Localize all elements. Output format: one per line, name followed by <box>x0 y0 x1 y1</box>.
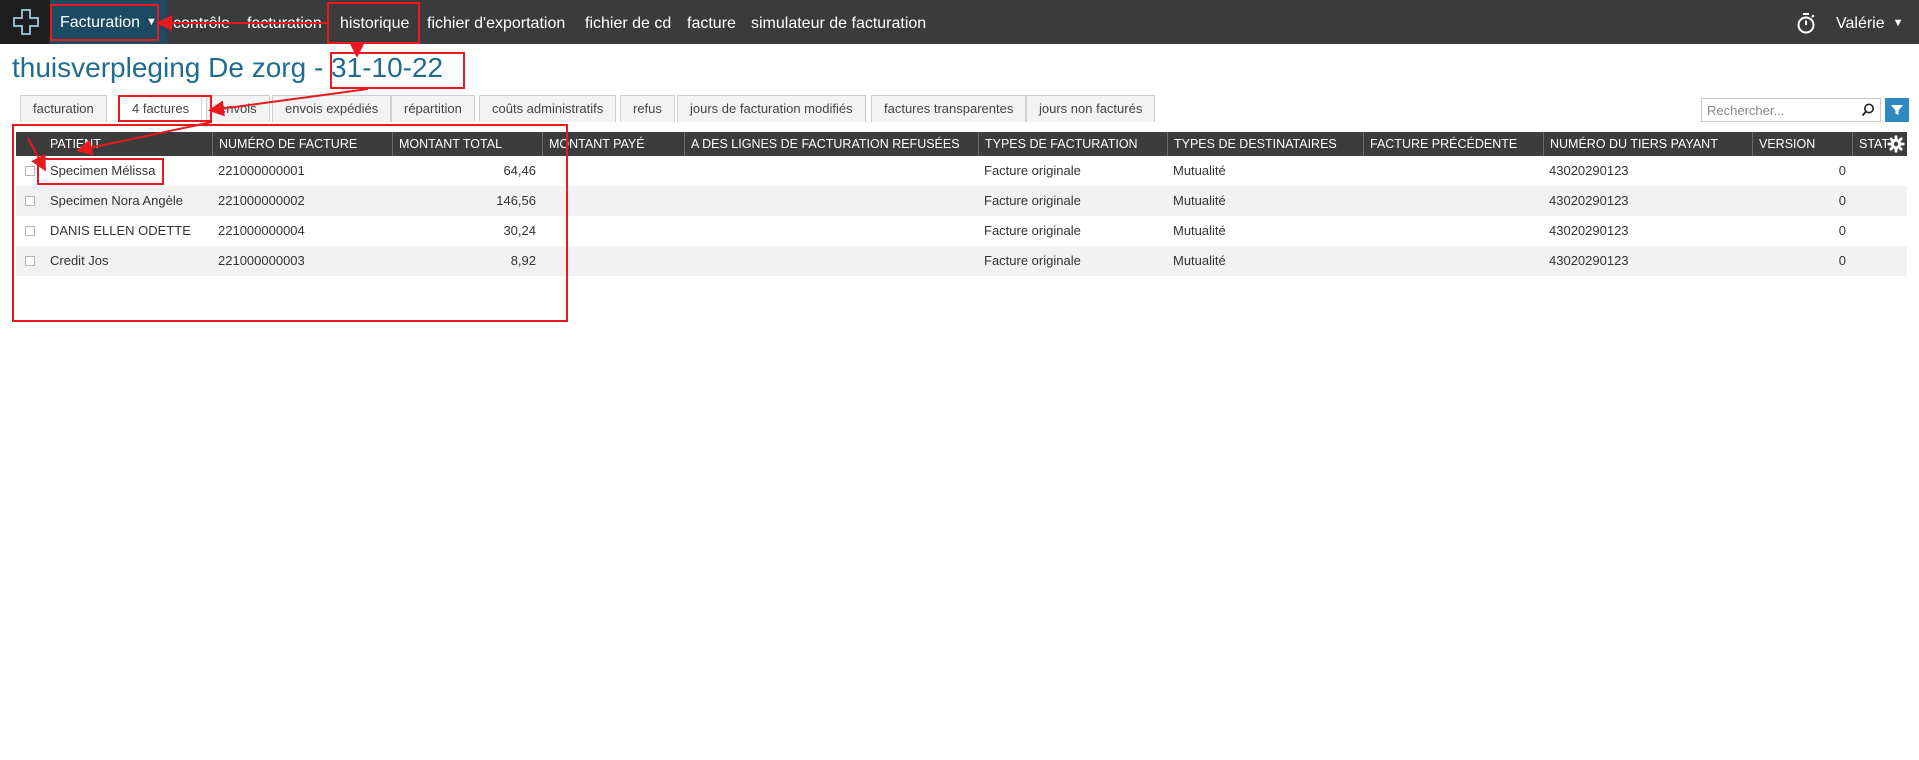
cell-facture-precedente <box>1363 246 1369 276</box>
cell-lignes-refusees <box>684 186 690 216</box>
filter-icon <box>1891 105 1903 115</box>
cell-lignes-refusees <box>684 156 690 186</box>
stopwatch-icon[interactable] <box>1794 11 1818 35</box>
user-menu[interactable]: Valérie ▼ <box>1836 0 1904 44</box>
nav-fichier-cd[interactable]: fichier de cd <box>585 0 671 44</box>
tab-refus[interactable]: refus <box>620 95 675 122</box>
cell-version: 0 <box>1838 193 1846 208</box>
page-title-prefix: thuisverpleging De zorg - <box>12 52 332 83</box>
cell-lignes-refusees <box>684 246 690 276</box>
user-name: Valérie <box>1836 15 1885 32</box>
table-row[interactable]: DANIS ELLEN ODETTE 221000000004 30,24 Fa… <box>16 216 1907 246</box>
table-row[interactable]: Credit Jos 221000000003 8,92 Facture ori… <box>16 246 1907 276</box>
nav-controle[interactable]: contrôle <box>173 0 230 44</box>
tab-couts-administratifs[interactable]: coûts administratifs <box>479 95 617 122</box>
cell-version: 0 <box>1838 253 1846 268</box>
cell-patient[interactable]: Specimen Mélissa <box>44 156 156 186</box>
module-label: Facturation <box>60 14 141 31</box>
row-checkbox[interactable] <box>25 196 35 206</box>
cell-montant-total: 8,92 <box>510 253 536 268</box>
cell-numero-facture: 221000000002 <box>218 193 305 208</box>
tab-jours-non-factures[interactable]: jours non facturés <box>1026 95 1156 122</box>
table-row[interactable]: Specimen Nora Angèle 221000000002 146,56… <box>16 186 1907 216</box>
cell-numero-facture: 221000000001 <box>218 163 305 178</box>
cell-type-facturation: Facture originale <box>984 253 1081 268</box>
cell-version: 0 <box>1838 223 1846 238</box>
column-header-types-facturation[interactable]: TYPES DE FACTURATION <box>978 132 1167 156</box>
cell-facture-precedente <box>1363 186 1369 216</box>
cell-type-destinataire: Mutualité <box>1173 193 1226 208</box>
tab-jours-facturation-modifies[interactable]: jours de facturation modifiés <box>677 95 866 122</box>
gear-icon[interactable] <box>1887 135 1905 153</box>
column-header-numero-facture[interactable]: NUMÉRO DE FACTURE <box>212 132 392 156</box>
column-header-patient[interactable]: PATIENT <box>16 132 212 156</box>
cell-montant-paye <box>542 186 684 216</box>
row-checkbox[interactable] <box>25 256 35 266</box>
cell-montant-total: 64,46 <box>503 163 536 178</box>
cell-numero-facture: 221000000004 <box>218 223 305 238</box>
cell-montant-paye <box>542 246 684 276</box>
cell-patient[interactable]: Specimen Nora Angèle <box>44 186 183 216</box>
cell-type-facturation: Facture originale <box>984 223 1081 238</box>
invoices-table: PATIENT NUMÉRO DE FACTURE MONTANT TOTAL … <box>16 132 1907 276</box>
nav-simulateur-facturation[interactable]: simulateur de facturation <box>751 0 926 44</box>
cell-tiers-payant: 43020290123 <box>1549 193 1629 208</box>
nav-facturation[interactable]: facturation <box>247 0 322 44</box>
cell-type-facturation: Facture originale <box>984 193 1081 208</box>
top-navigation-bar: Facturation ▼ contrôle facturation histor… <box>0 0 1919 44</box>
column-header-montant-paye[interactable]: MONTANT PAYÉ <box>542 132 684 156</box>
search-box <box>1701 98 1881 122</box>
cell-tiers-payant: 43020290123 <box>1549 223 1629 238</box>
cell-montant-total: 30,24 <box>503 223 536 238</box>
column-header-tiers-payant[interactable]: NUMÉRO DU TIERS PAYANT <box>1543 132 1752 156</box>
nav-fichier-exportation[interactable]: fichier d'exportation <box>427 0 565 44</box>
column-header-version[interactable]: VERSION <box>1752 132 1852 156</box>
tab-facturation[interactable]: facturation <box>20 95 107 122</box>
column-header-lignes-refusees[interactable]: A DES LIGNES DE FACTURATION REFUSÉES <box>684 132 978 156</box>
chevron-down-icon: ▼ <box>146 16 157 28</box>
module-selector[interactable]: Facturation ▼ <box>50 0 167 44</box>
page-title-date: 31-10-22 <box>331 52 444 83</box>
column-header-montant-total[interactable]: MONTANT TOTAL <box>392 132 542 156</box>
cell-lignes-refusees <box>684 216 690 246</box>
cell-montant-paye <box>542 216 684 246</box>
cell-type-destinataire: Mutualité <box>1173 163 1226 178</box>
column-header-facture-precedente[interactable]: FACTURE PRÉCÉDENTE <box>1363 132 1543 156</box>
cell-patient[interactable]: Credit Jos <box>44 246 109 276</box>
tab-envois[interactable]: envois <box>206 95 270 122</box>
cell-type-destinataire: Mutualité <box>1173 223 1226 238</box>
cell-facture-precedente <box>1363 156 1369 186</box>
cell-facture-precedente <box>1363 216 1369 246</box>
tab-factures-transparentes[interactable]: factures transparentes <box>871 95 1027 122</box>
table-row[interactable]: Specimen Mélissa 221000000001 64,46 Fact… <box>16 156 1907 186</box>
app-logo[interactable] <box>0 0 50 44</box>
column-header-types-destinataires[interactable]: TYPES DE DESTINATAIRES <box>1167 132 1363 156</box>
logo-cross-icon <box>13 9 39 35</box>
filter-button[interactable] <box>1885 98 1909 122</box>
cell-type-destinataire: Mutualité <box>1173 253 1226 268</box>
cell-montant-total: 146,56 <box>496 193 536 208</box>
table-header: PATIENT NUMÉRO DE FACTURE MONTANT TOTAL … <box>16 132 1907 156</box>
cell-montant-paye <box>542 156 684 186</box>
tab-envois-expedies[interactable]: envois expédiés <box>272 95 392 122</box>
row-checkbox[interactable] <box>25 226 35 236</box>
chevron-down-icon: ▼ <box>1892 17 1904 29</box>
search-icon[interactable] <box>1860 102 1876 118</box>
tab-4-factures[interactable]: 4 factures <box>119 95 203 123</box>
cell-type-facturation: Facture originale <box>984 163 1081 178</box>
cell-numero-facture: 221000000003 <box>218 253 305 268</box>
nav-historique[interactable]: historique <box>340 0 409 44</box>
tab-repartition[interactable]: répartition <box>391 95 475 122</box>
cell-patient[interactable]: DANIS ELLEN ODETTE <box>44 216 191 246</box>
nav-facture[interactable]: facture <box>687 0 736 44</box>
page-title: thuisverpleging De zorg - 31-10-22 <box>12 52 443 84</box>
cell-version: 0 <box>1838 163 1846 178</box>
row-checkbox[interactable] <box>25 166 35 176</box>
search-input[interactable] <box>1702 99 1852 121</box>
cell-tiers-payant: 43020290123 <box>1549 163 1629 178</box>
cell-tiers-payant: 43020290123 <box>1549 253 1629 268</box>
